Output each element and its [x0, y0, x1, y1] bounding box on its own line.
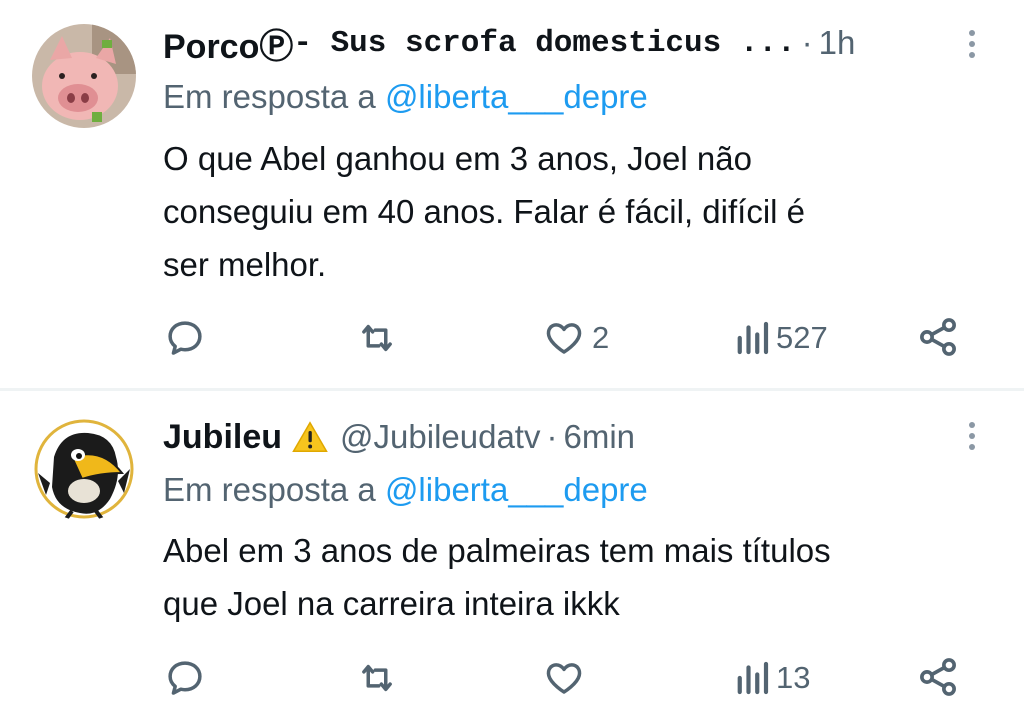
retweet-icon: [362, 324, 392, 352]
display-name-suffix[interactable]: - Sus scrofa domesticus ...: [293, 26, 795, 61]
separator-dot: ·: [546, 418, 558, 455]
avatar[interactable]: [32, 417, 136, 521]
tweet-text-line: O que Abel ganhou em 3 anos, Joel não: [163, 140, 752, 177]
tweet-header: Jubileu @Jubileudatv · 6min: [163, 412, 963, 462]
tweet-text-line: Abel em 3 anos de palmeiras tem mais tít…: [163, 532, 831, 569]
view-count: 13: [776, 660, 811, 695]
reply-button[interactable]: [164, 657, 206, 699]
warning-icon: [292, 420, 328, 454]
tweet-text-line: conseguiu em 40 anos. Falar é fácil, dif…: [163, 193, 806, 230]
reply-icon: [168, 321, 202, 355]
retweet-button[interactable]: [355, 657, 399, 699]
more-icon[interactable]: [968, 422, 976, 455]
retweet-button[interactable]: [355, 317, 399, 359]
views-button[interactable]: 13: [734, 657, 810, 699]
heart-icon: [546, 323, 582, 354]
reply-context: Em resposta a @liberta___depre: [163, 78, 648, 116]
tweet[interactable]: Jubileu @Jubileudatv · 6min Em resposta …: [0, 391, 1024, 717]
tweet[interactable]: PorcoⓅ - Sus scrofa domesticus ... · 1h …: [0, 0, 1024, 388]
view-count: 527: [776, 320, 828, 355]
display-name[interactable]: Jubileu: [163, 418, 282, 457]
tweet-text: Abel em 3 anos de palmeiras tem mais tít…: [163, 524, 983, 630]
pig-avatar-image: [32, 24, 136, 128]
reply-button[interactable]: [164, 317, 206, 359]
reply-icon: [168, 661, 202, 695]
like-count: 2: [592, 320, 610, 355]
more-icon[interactable]: [968, 30, 976, 63]
reply-prefix: Em resposta a: [163, 78, 385, 115]
reply-mention-link[interactable]: @liberta___depre: [385, 471, 648, 508]
tweet-header: PorcoⓅ - Sus scrofa domesticus ... · 1h: [163, 18, 963, 68]
user-handle[interactable]: @Jubileudatv: [340, 418, 540, 456]
views-icon: [737, 661, 769, 695]
retweet-icon: [362, 664, 392, 692]
crow-avatar-image: [32, 417, 136, 521]
separator-dot: ·: [801, 24, 813, 61]
timestamp[interactable]: 6min: [563, 418, 635, 456]
share-icon: [920, 318, 956, 356]
display-name[interactable]: PorcoⓅ: [163, 19, 293, 68]
tweet-text-line: ser melhor.: [163, 246, 327, 283]
like-button[interactable]: 2: [542, 317, 609, 359]
share-icon: [920, 658, 956, 696]
reply-prefix: Em resposta a: [163, 471, 385, 508]
timestamp[interactable]: 1h: [819, 24, 856, 62]
like-button[interactable]: [542, 657, 586, 699]
avatar[interactable]: [32, 24, 136, 128]
views-icon: [737, 321, 769, 355]
share-button[interactable]: [916, 655, 960, 699]
tweet-text-line: que Joel na carreira inteira ikkk: [163, 585, 620, 622]
views-button[interactable]: 527: [734, 317, 828, 359]
heart-icon: [546, 663, 582, 694]
tweet-text: O que Abel ganhou em 3 anos, Joel não co…: [163, 132, 983, 291]
reply-context: Em resposta a @liberta___depre: [163, 471, 648, 509]
reply-mention-link[interactable]: @liberta___depre: [385, 78, 648, 115]
share-button[interactable]: [916, 315, 960, 359]
